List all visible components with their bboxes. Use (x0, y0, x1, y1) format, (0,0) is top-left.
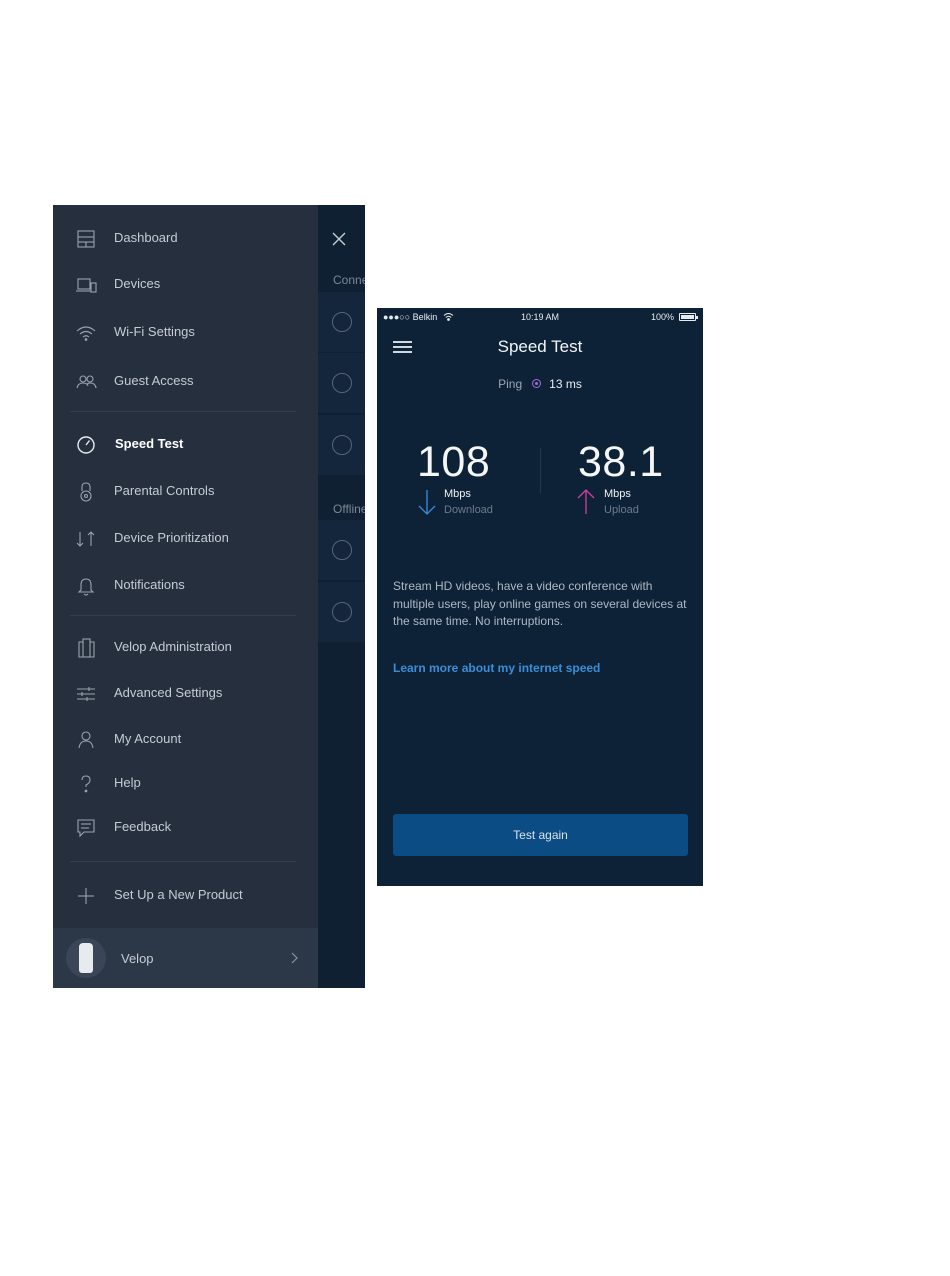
menu-item-label: Feedback (114, 819, 172, 834)
download-speed-value: 108 (417, 438, 491, 486)
menu-item-label: Set Up a New Product (114, 887, 243, 902)
device-row[interactable] (318, 292, 365, 352)
learn-more-link[interactable]: Learn more about my internet speed (393, 661, 600, 675)
menu-item-guest-access[interactable]: Guest Access (53, 361, 318, 401)
side-menu-screenshot: Dashboard Devices Wi-Fi Settings Guest A… (53, 205, 365, 988)
menu-item-label: Device Prioritization (114, 530, 229, 545)
speedometer-icon (77, 436, 95, 454)
download-label: Download (444, 504, 493, 516)
padlock-icon (80, 482, 92, 502)
upload-arrow-icon (577, 489, 595, 514)
menu-item-feedback[interactable]: Feedback (53, 807, 318, 847)
chevron-right-icon (291, 952, 298, 964)
menu-item-set-up-new-product[interactable]: Set Up a New Product (53, 875, 318, 915)
ping-value: 13 ms (549, 377, 582, 391)
speed-description: Stream HD videos, have a video conferenc… (393, 579, 687, 628)
upload-unit: Mbps (604, 488, 631, 500)
speed-test-screenshot: ●●●○○ Belkin 10:19 AM 100% Speed Test Pi… (377, 308, 703, 886)
question-icon (81, 775, 91, 793)
speed-divider (540, 448, 541, 494)
ping-readout: Ping 13 ms (377, 377, 703, 391)
menu-item-dashboard[interactable]: Dashboard (53, 218, 318, 258)
menu-item-label: Wi-Fi Settings (114, 324, 195, 339)
page-title: Speed Test (497, 337, 583, 356)
menu-item-help[interactable]: Help (53, 763, 318, 803)
velop-node-icon (66, 938, 106, 978)
status-bar: ●●●○○ Belkin 10:19 AM 100% (377, 308, 703, 328)
device-row[interactable] (318, 353, 365, 413)
menu-item-label: Notifications (114, 577, 185, 592)
device-icon (332, 602, 352, 622)
velop-admin-icon (78, 638, 95, 658)
menu-divider (70, 861, 296, 862)
device-row[interactable] (318, 415, 365, 475)
battery-percent: 100% (651, 312, 675, 322)
priority-arrows-icon (76, 531, 95, 547)
menu-item-label: Guest Access (114, 373, 194, 388)
menu-item-label: Devices (114, 276, 161, 291)
menu-divider (70, 615, 296, 616)
ping-label: Ping (498, 377, 523, 391)
devices-icon (76, 278, 97, 293)
menu-item-label: Advanced Settings (114, 685, 223, 700)
menu-item-parental-controls[interactable]: Parental Controls (53, 471, 318, 511)
upload-label: Upload (604, 504, 639, 516)
plus-icon (78, 888, 94, 904)
menu-item-velop-administration[interactable]: Velop Administration (53, 627, 318, 667)
device-icon (332, 312, 352, 332)
menu-item-device-prioritization[interactable]: Device Prioritization (53, 518, 318, 558)
device-row[interactable] (318, 582, 365, 642)
dashboard-icon (77, 230, 95, 248)
bell-icon (77, 578, 95, 596)
menu-item-notifications[interactable]: Notifications (53, 565, 318, 605)
menu-item-label: Dashboard (114, 230, 178, 245)
device-icon (332, 435, 352, 455)
menu-item-label: Parental Controls (114, 483, 215, 498)
wifi-icon (76, 326, 96, 341)
close-icon[interactable] (331, 231, 347, 247)
menu-item-advanced-settings[interactable]: Advanced Settings (53, 673, 318, 713)
menu-divider (70, 411, 296, 412)
ping-dot-icon (532, 379, 542, 388)
download-unit: Mbps (444, 488, 471, 500)
menu-item-label: Velop Administration (114, 639, 232, 654)
battery-icon (679, 313, 698, 321)
person-icon (78, 731, 94, 749)
section-offline-label: Offline (333, 502, 365, 516)
background-devices-panel: Conne Offline (318, 205, 365, 988)
menu-item-label: Help (114, 775, 141, 790)
device-row[interactable] (318, 520, 365, 580)
velop-network-selector[interactable]: Velop (53, 928, 318, 988)
menu-item-my-account[interactable]: My Account (53, 719, 318, 759)
test-again-button[interactable]: Test again (393, 814, 688, 856)
menu-item-devices[interactable]: Devices (53, 264, 318, 304)
menu-item-wifi-settings[interactable]: Wi-Fi Settings (53, 312, 318, 352)
upload-speed-value: 38.1 (578, 438, 664, 486)
section-connected-label: Conne (333, 273, 365, 287)
chat-icon (77, 819, 95, 838)
menu-item-label: Speed Test (115, 436, 184, 451)
device-icon (332, 540, 352, 560)
menu-item-speed-test[interactable]: Speed Test (53, 424, 318, 464)
device-icon (332, 373, 352, 393)
menu-item-label: My Account (114, 731, 182, 746)
velop-label: Velop (121, 951, 154, 966)
side-menu: Dashboard Devices Wi-Fi Settings Guest A… (53, 205, 318, 988)
sliders-icon (77, 687, 95, 701)
download-arrow-icon (418, 490, 436, 515)
guest-access-icon (76, 375, 97, 389)
